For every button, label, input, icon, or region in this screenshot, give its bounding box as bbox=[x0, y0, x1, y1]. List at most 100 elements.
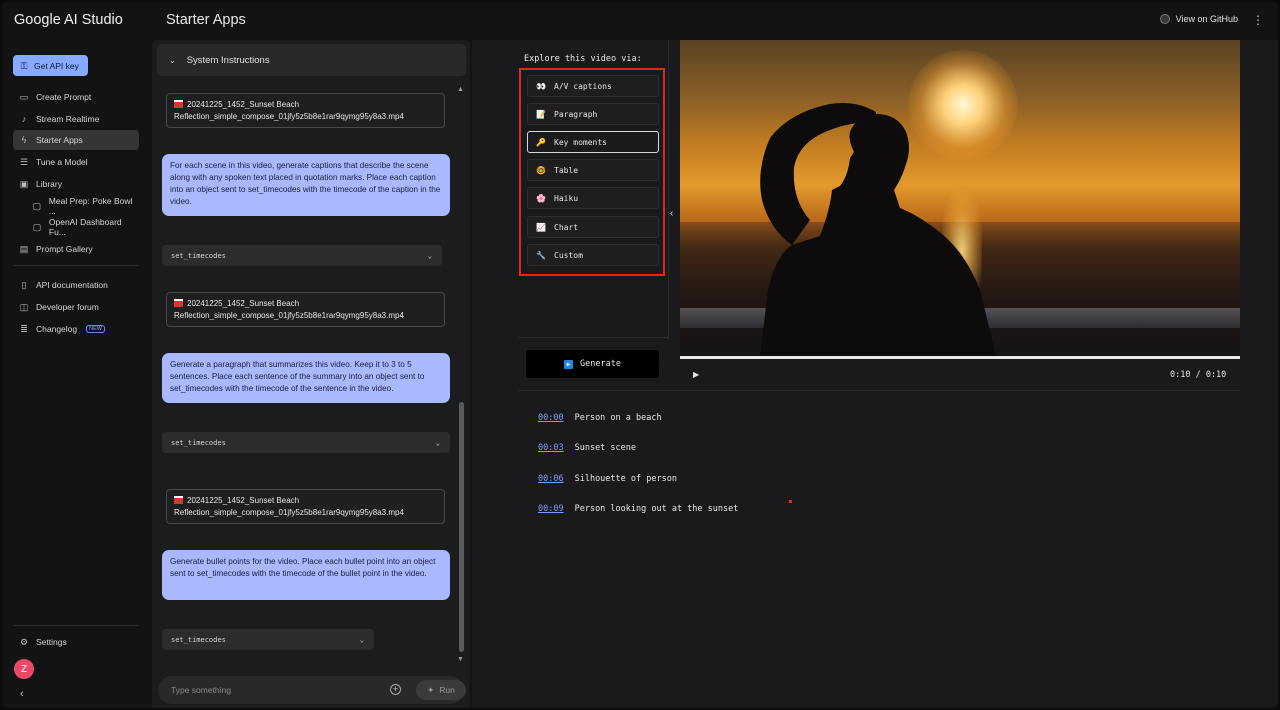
chat-icon: ▢ bbox=[32, 222, 42, 232]
sidebar-item-create-prompt[interactable]: ▭ Create Prompt bbox=[13, 87, 139, 107]
file-name-line2: Reflection_simple_compose_01jfy5z5b8e1ra… bbox=[174, 508, 404, 517]
sidebar-item-api-documentation[interactable]: ▯ API documentation bbox=[13, 275, 139, 295]
sidebar-item-stream-realtime[interactable]: ♪ Stream Realtime bbox=[13, 109, 139, 129]
view-on-github-link[interactable]: View on GitHub bbox=[1159, 14, 1238, 24]
sidebar-item-label: Tune a Model bbox=[36, 157, 88, 167]
paragraph-icon: 📝 bbox=[536, 109, 546, 119]
scroll-up-icon[interactable]: ▲ bbox=[457, 86, 464, 93]
top-bar: Google AI Studio Starter Apps View on Gi… bbox=[2, 2, 1278, 40]
sidebar-item-changelog[interactable]: ≣ Changelog NEW bbox=[13, 319, 139, 339]
caption-text: Silhouette of person bbox=[574, 474, 677, 484]
brand-logo[interactable]: Google AI Studio bbox=[14, 12, 123, 28]
caption-row: 00:06 Silhouette of person bbox=[538, 474, 677, 484]
mode-button-key-moments[interactable]: 🔑 Key moments bbox=[527, 131, 659, 153]
haiku-icon: 🌸 bbox=[536, 193, 546, 203]
add-media-icon[interactable]: + bbox=[390, 684, 401, 695]
starter-app-preview: Explore this video via: 👀 A/V captions 📝… bbox=[472, 40, 1278, 708]
function-call-dropdown[interactable]: set_timecodes ⌄ bbox=[162, 245, 442, 266]
mode-button-custom[interactable]: 🔧 Custom bbox=[527, 244, 659, 266]
gear-icon: ⚙ bbox=[19, 637, 29, 647]
play-icon[interactable]: ▶ bbox=[693, 370, 699, 379]
sidebar-item-starter-apps[interactable]: ϟ Starter Apps bbox=[13, 130, 139, 150]
sidebar-item-label: Developer forum bbox=[36, 302, 99, 312]
video-file-icon bbox=[174, 100, 183, 108]
mode-label: A/V captions bbox=[554, 81, 612, 91]
prompt-bubble: Generate bullet points for the video. Pl… bbox=[162, 550, 450, 600]
sidebar-item-label: Prompt Gallery bbox=[36, 244, 93, 254]
system-instructions-toggle[interactable]: ⌄ System Instructions bbox=[157, 44, 466, 76]
library-icon: ▣ bbox=[19, 179, 29, 189]
gallery-icon: ▤ bbox=[19, 244, 29, 254]
video-file-chip[interactable]: 20241225_1452_Sunset Beach Reflection_si… bbox=[166, 292, 445, 327]
sidebar-item-label: OpenAI Dashboard Fu... bbox=[48, 217, 122, 237]
video-player[interactable] bbox=[680, 40, 1240, 356]
sidebar-item-label: Meal Prep: Poke Bowl ... bbox=[48, 196, 133, 216]
collapse-sidebar-icon[interactable]: ‹ bbox=[20, 688, 24, 700]
cursor-marker bbox=[789, 500, 792, 503]
avatar[interactable]: Z bbox=[14, 659, 34, 679]
scroll-down-icon[interactable]: ▼ bbox=[457, 656, 464, 663]
file-name-line1: 20241225_1452_Sunset Beach bbox=[187, 496, 300, 505]
sidebar-divider bbox=[13, 625, 139, 626]
mode-button-table[interactable]: 🤓 Table bbox=[527, 159, 659, 181]
generate-button[interactable]: ▶ Generate bbox=[526, 350, 659, 378]
file-name-line1: 20241225_1452_Sunset Beach bbox=[187, 299, 300, 308]
sidebar-item-meal-prep[interactable]: ▢ Meal Prep: Poke Bowl ... bbox=[28, 196, 140, 216]
custom-icon: 🔧 bbox=[536, 250, 546, 260]
mode-button-haiku[interactable]: 🌸 Haiku bbox=[527, 187, 659, 209]
function-call-dropdown[interactable]: set_timecodes ⌄ bbox=[162, 629, 374, 650]
sidebar-item-tune-a-model[interactable]: ☰ Tune a Model bbox=[13, 152, 139, 172]
system-instructions-label: System Instructions bbox=[186, 54, 270, 66]
sidebar-item-label: Starter Apps bbox=[36, 135, 83, 145]
key-icon: 🔑 bbox=[536, 137, 546, 147]
run-button[interactable]: ✦ Run bbox=[416, 680, 466, 700]
caption-row: 00:09 Person looking out at the sunset bbox=[538, 504, 738, 514]
sidebar-item-library[interactable]: ▣ Library bbox=[13, 174, 139, 194]
forum-icon: ◫ bbox=[19, 302, 29, 312]
sidebar-item-label: Library bbox=[36, 179, 62, 189]
run-label: Run bbox=[439, 685, 455, 695]
caption-timecode-link[interactable]: 00:06 bbox=[538, 474, 564, 484]
more-options-icon[interactable]: ⋮ bbox=[1252, 13, 1264, 27]
caption-text: Sunset scene bbox=[574, 443, 637, 453]
sparkle-icon: ✦ bbox=[427, 684, 435, 695]
get-api-key-button[interactable]: ⚿ Get API key bbox=[13, 55, 88, 76]
explore-mode-list: 👀 A/V captions 📝 Paragraph 🔑 Key moments… bbox=[519, 68, 665, 276]
get-api-key-label: Get API key bbox=[34, 60, 79, 71]
sidebar: ⚿ Get API key ▭ Create Prompt ♪ Stream R… bbox=[2, 40, 150, 708]
sidebar-divider bbox=[13, 265, 139, 266]
chevron-down-icon: ⌄ bbox=[427, 251, 432, 260]
caption-timecode-link[interactable]: 00:00 bbox=[538, 413, 564, 423]
settings-button[interactable]: ⚙ Settings bbox=[13, 632, 139, 652]
generate-label: Generate bbox=[580, 359, 621, 369]
caption-timecode-link[interactable]: 00:03 bbox=[538, 443, 564, 453]
document-icon: ▯ bbox=[21, 280, 27, 290]
prompt-input[interactable]: Type something ✦ Run bbox=[158, 676, 466, 704]
video-timestamp: 0:10 / 0:10 bbox=[1170, 370, 1227, 380]
video-file-chip[interactable]: 20241225_1452_Sunset Beach Reflection_si… bbox=[166, 93, 445, 128]
file-name-line1: 20241225_1452_Sunset Beach bbox=[187, 100, 300, 109]
function-call-label: set_timecodes bbox=[171, 635, 226, 644]
play-icon: ▶ bbox=[564, 359, 574, 369]
chat-scrollbar-thumb[interactable] bbox=[459, 402, 464, 652]
caption-row: 00:00 Person on a beach bbox=[538, 413, 662, 423]
chevron-down-icon: ⌄ bbox=[359, 635, 364, 644]
chart-icon: 📈 bbox=[536, 222, 546, 232]
mode-button-chart[interactable]: 📈 Chart bbox=[527, 216, 659, 238]
captions-icon: 👀 bbox=[536, 81, 546, 91]
video-file-chip[interactable]: 20241225_1452_Sunset Beach Reflection_si… bbox=[166, 489, 445, 524]
function-call-dropdown[interactable]: set_timecodes ⌄ bbox=[162, 432, 450, 453]
video-progress-bar[interactable] bbox=[680, 356, 1240, 359]
mode-button-paragraph[interactable]: 📝 Paragraph bbox=[527, 103, 659, 125]
video-file-icon bbox=[174, 299, 183, 307]
sidebar-item-developer-forum[interactable]: ◫ Developer forum bbox=[13, 297, 139, 317]
new-badge: NEW bbox=[86, 325, 105, 333]
caption-timecode-link[interactable]: 00:09 bbox=[538, 504, 564, 514]
microphone-icon: ♪ bbox=[21, 114, 27, 124]
sidebar-item-openai-dashboard[interactable]: ▢ OpenAI Dashboard Fu... bbox=[28, 217, 140, 237]
mode-button-av-captions[interactable]: 👀 A/V captions bbox=[527, 75, 659, 97]
prompt-bubble: Generate a paragraph that summarizes thi… bbox=[162, 353, 450, 403]
panel-divider bbox=[668, 40, 669, 340]
sidebar-item-prompt-gallery[interactable]: ▤ Prompt Gallery bbox=[13, 239, 139, 259]
chevron-left-icon[interactable]: ‹ bbox=[670, 208, 673, 219]
